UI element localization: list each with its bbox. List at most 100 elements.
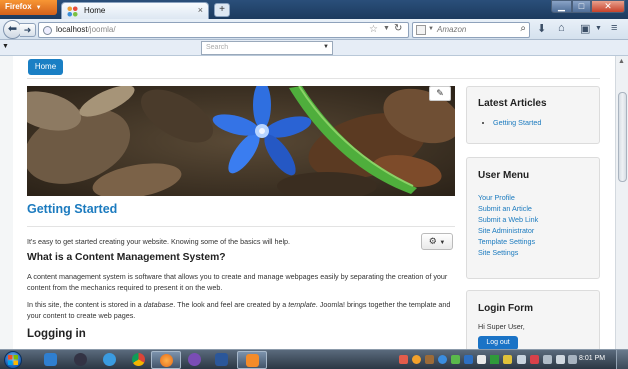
- user-menu-item-site-administrator[interactable]: Site Administrator: [478, 225, 538, 236]
- tray-icon[interactable]: [530, 355, 539, 364]
- taskbar-app-media[interactable]: [66, 351, 96, 369]
- taskbar-app-xampp[interactable]: [237, 351, 267, 369]
- url-text: localhost/joomla/: [56, 25, 116, 34]
- tray-icon[interactable]: [438, 355, 447, 364]
- chevron-down-icon[interactable]: ▼: [2, 43, 9, 50]
- heading-cms: What is a Content Management System?: [27, 252, 226, 263]
- home-icon[interactable]: ⌂: [558, 22, 565, 34]
- bookmark-star-icon[interactable]: ☆: [369, 24, 378, 35]
- user-menu-item-template-settings[interactable]: Template Settings: [478, 236, 538, 247]
- tray-icon[interactable]: [568, 355, 577, 364]
- taskbar-app-explorer[interactable]: [36, 351, 66, 369]
- reload-icon[interactable]: ↻: [394, 23, 402, 34]
- user-menu-item-your-profile[interactable]: Your Profile: [478, 192, 538, 203]
- user-menu-links: Your Profile Submit an Article Submit a …: [478, 192, 538, 258]
- user-menu-module: User Menu Your Profile Submit an Article…: [466, 157, 600, 279]
- address-bar[interactable]: localhost/joomla/ ☆ ▼ ↻: [38, 22, 409, 38]
- article-title[interactable]: Getting Started: [27, 202, 117, 216]
- text-segment: . The look and feel are created by a: [173, 300, 289, 309]
- tray-icon[interactable]: [425, 355, 434, 364]
- chevron-down-icon[interactable]: ▼: [323, 44, 329, 50]
- bookmarks-toolbar: ▼ Search ▼: [0, 40, 628, 56]
- word-icon: [215, 353, 228, 366]
- tray-icon[interactable]: [490, 355, 499, 364]
- module-title: Login Form: [478, 303, 533, 314]
- chrome-icon: [132, 353, 145, 366]
- user-menu-item-site-settings[interactable]: Site Settings: [478, 247, 538, 258]
- edit-article-button[interactable]: ✎: [429, 86, 451, 101]
- tray-icon[interactable]: [503, 355, 512, 364]
- downloads-icon[interactable]: ⬇: [537, 22, 546, 35]
- browser-title-bar: Firefox ▼ Home × + ▁ □ ✕: [0, 0, 628, 19]
- tray-icon[interactable]: [451, 355, 460, 364]
- divider: [27, 78, 600, 79]
- gear-icon: ⚙: [428, 236, 437, 246]
- latest-articles-module: Latest Articles Getting Started: [466, 86, 600, 144]
- taskbar-app-ie[interactable]: [95, 351, 125, 369]
- search-engine-dropdown-icon[interactable]: ▼: [428, 26, 434, 32]
- scrollbar-thumb[interactable]: [618, 92, 627, 182]
- joomla-page: Home ✎ Getting Started ⚙ ▼ It's easy to …: [13, 56, 615, 349]
- article-tools-dropdown[interactable]: ⚙ ▼: [421, 233, 453, 250]
- edit-icon: ✎: [436, 88, 444, 98]
- text-segment: database: [143, 300, 174, 309]
- search-engine-icon[interactable]: [416, 25, 426, 35]
- close-tab-icon[interactable]: ×: [198, 5, 203, 15]
- search-engine-name: Amazon: [437, 25, 467, 34]
- vertical-scrollbar[interactable]: ▲: [615, 56, 628, 349]
- list-item: Getting Started: [493, 117, 541, 128]
- page-viewport: Home ✎ Getting Started ⚙ ▼ It's easy to …: [0, 56, 615, 349]
- tray-icon[interactable]: [464, 355, 473, 364]
- tray-icon[interactable]: [517, 355, 526, 364]
- login-form-module: Login Form Hi Super User, Log out: [466, 290, 600, 349]
- taskbar-app-chrome[interactable]: [124, 351, 154, 369]
- firefox-menu-button[interactable]: Firefox ▼: [0, 0, 57, 15]
- taskbar-app-firefox[interactable]: [151, 351, 181, 369]
- nav-home-link[interactable]: Home: [28, 59, 63, 75]
- user-menu-item-submit-article[interactable]: Submit an Article: [478, 203, 538, 214]
- web-search-box[interactable]: ▼ Amazon ⌕: [412, 22, 530, 38]
- tray-icon[interactable]: [399, 355, 408, 364]
- window-view-icon[interactable]: ▣: [580, 22, 590, 35]
- network-icon[interactable]: [543, 355, 552, 364]
- show-desktop-button[interactable]: [616, 350, 628, 369]
- volume-icon[interactable]: [556, 355, 565, 364]
- text-segment: template: [288, 300, 316, 309]
- firefox-menu-label: Firefox: [5, 2, 32, 11]
- app-icon: [188, 353, 201, 366]
- toolbar-search-input[interactable]: Search ▼: [201, 41, 333, 55]
- scroll-up-icon[interactable]: ▲: [618, 58, 625, 65]
- windows-taskbar: 8:01 PM: [0, 349, 628, 369]
- module-title: Latest Articles: [478, 98, 547, 109]
- article-hero-image: [27, 86, 455, 196]
- user-menu-item-submit-web-link[interactable]: Submit a Web Link: [478, 214, 538, 225]
- chevron-down-icon[interactable]: ▼: [595, 25, 602, 32]
- history-dropdown-icon[interactable]: ▼: [383, 25, 390, 32]
- folder-icon: [44, 353, 57, 366]
- media-player-icon: [74, 353, 87, 366]
- tab-home[interactable]: Home ×: [61, 2, 209, 19]
- minimize-button[interactable]: ▁: [551, 0, 572, 13]
- taskbar-app-word[interactable]: [207, 351, 237, 369]
- search-icon[interactable]: ⌕: [520, 23, 526, 34]
- forward-button[interactable]: ➜: [20, 23, 36, 37]
- tray-icon[interactable]: [477, 355, 486, 364]
- new-tab-button[interactable]: +: [214, 3, 230, 17]
- tray-icon[interactable]: [412, 355, 421, 364]
- module-title: User Menu: [478, 170, 530, 181]
- taskbar-clock[interactable]: 8:01 PM: [579, 355, 605, 362]
- taskbar-app-purple[interactable]: [180, 351, 210, 369]
- xampp-icon: [246, 354, 259, 367]
- toolbar-search-placeholder: Search: [206, 44, 229, 51]
- navigation-toolbar: ⬅ ➜ localhost/joomla/ ☆ ▼ ↻ ▼ Amazon ⌕ ⬇…: [0, 19, 628, 40]
- close-window-button[interactable]: ✕: [591, 0, 625, 13]
- latest-articles-list: Getting Started: [493, 117, 541, 128]
- article-intro: It's easy to get started creating your w…: [27, 237, 291, 246]
- internet-explorer-icon: [103, 353, 116, 366]
- paragraph-cms: A content management system is software …: [27, 272, 448, 292]
- logout-button[interactable]: Log out: [478, 336, 518, 349]
- latest-article-link[interactable]: Getting Started: [493, 117, 541, 128]
- site-identity-icon[interactable]: [43, 26, 52, 35]
- maximize-button[interactable]: □: [572, 0, 591, 13]
- menu-icon[interactable]: ≡: [611, 22, 617, 34]
